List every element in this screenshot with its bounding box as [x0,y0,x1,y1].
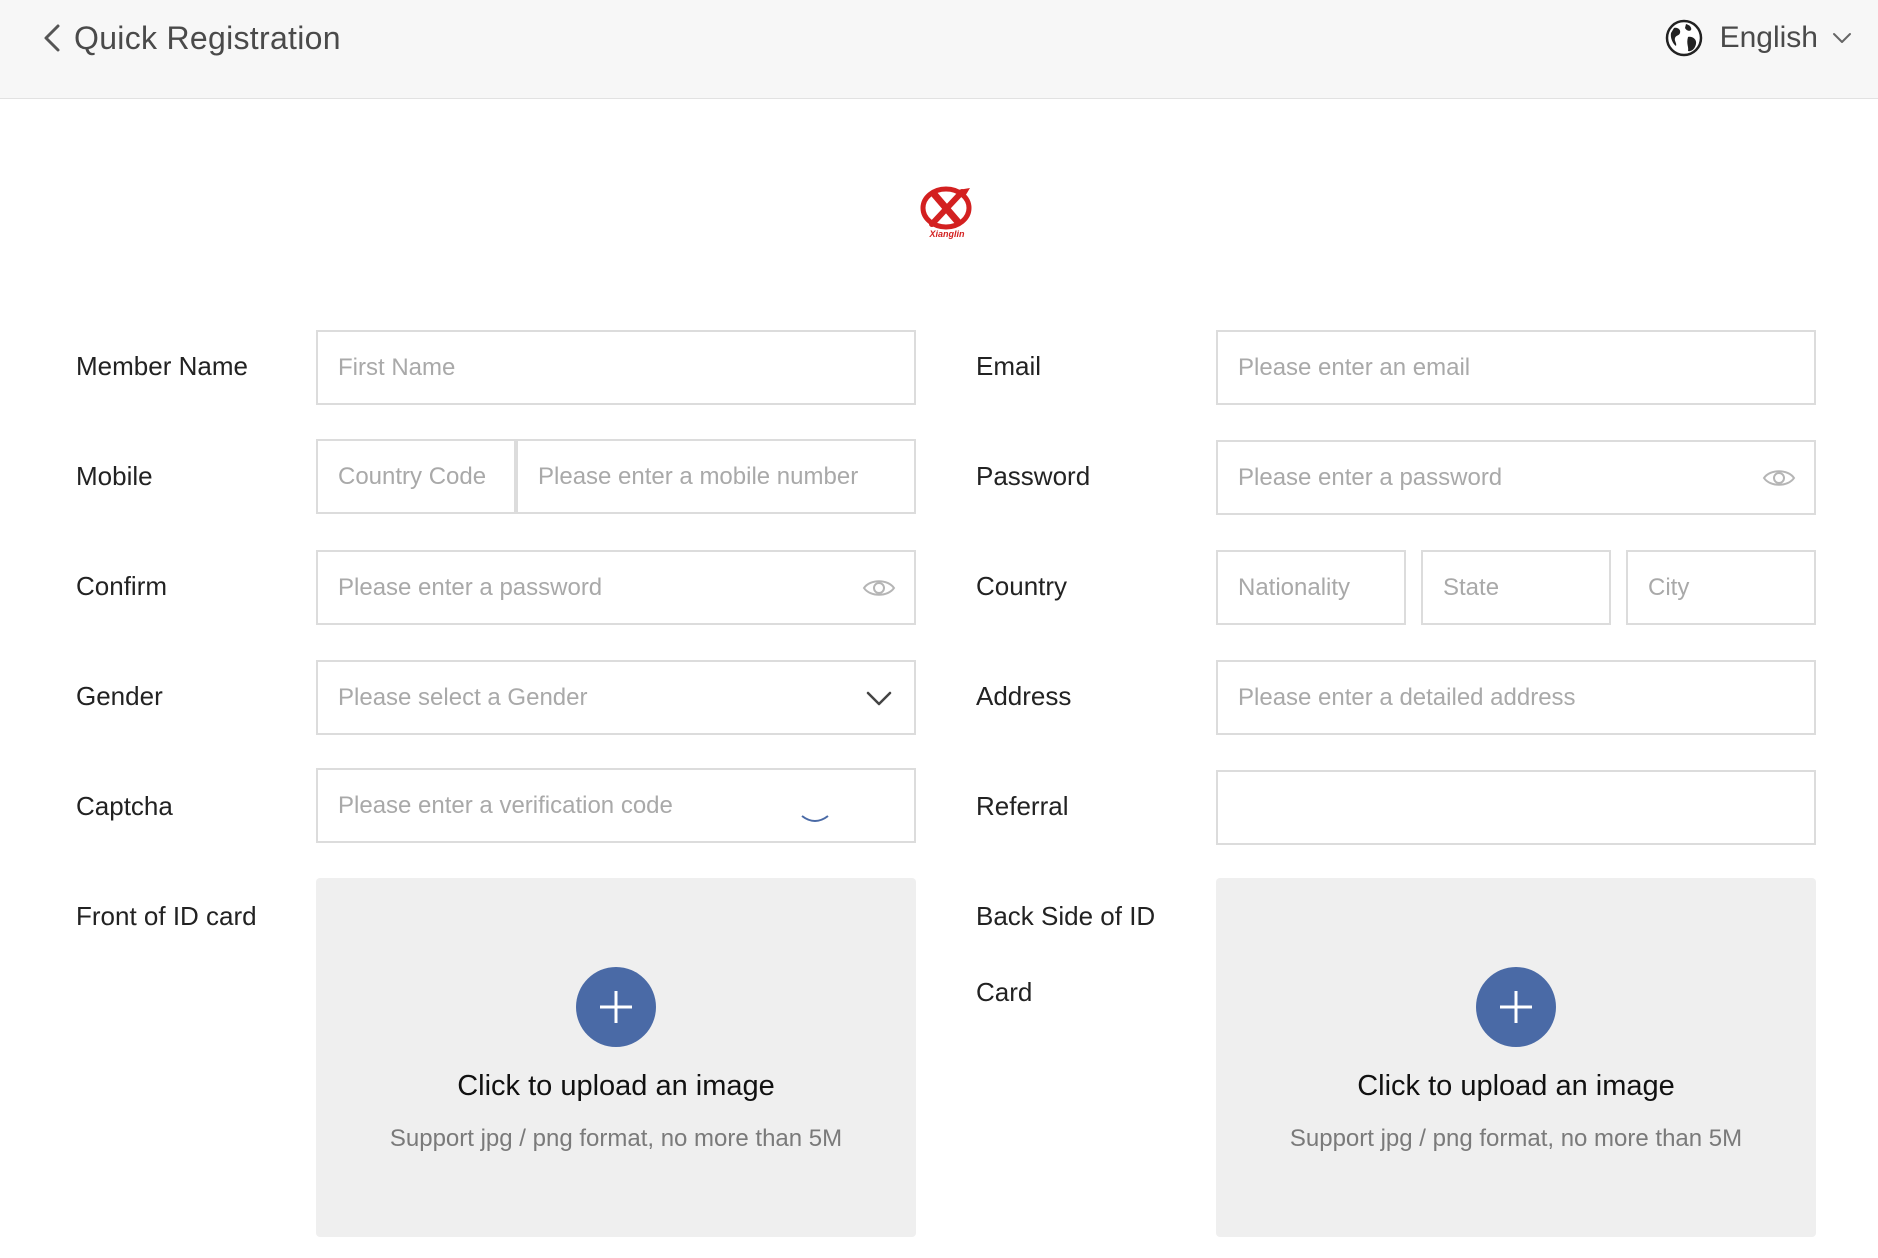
loading-spinner-icon [801,815,829,822]
upload-hint: Support jpg / png format, no more than 5… [389,1125,843,1152]
id-back-label-line2: Card [976,977,1033,1007]
address-input[interactable] [1218,662,1814,733]
back-button[interactable]: Quick Registration [40,18,341,58]
add-image-button[interactable] [576,967,656,1047]
mobile-number-input[interactable] [518,441,914,512]
member-name-label: Member Name [76,351,248,381]
captcha-field [316,768,916,843]
captcha-label: Captcha [76,791,173,821]
gender-label: Gender [76,681,163,711]
id-front-label: Front of ID card [76,901,257,931]
email-field [1216,330,1816,405]
country-code-field [316,439,516,514]
first-name-field [316,330,916,405]
password-label: Password [976,461,1091,491]
gender-select[interactable]: Please select a Gender [316,660,916,735]
chevron-down-icon [1833,33,1851,43]
country-code-input[interactable] [318,441,514,512]
confirm-label: Confirm [76,571,168,601]
add-image-button[interactable] [1476,967,1556,1047]
chevron-down-icon [866,691,892,705]
confirm-password-input[interactable] [318,552,914,623]
id-back-label-line1: Back Side of ID [976,901,1156,931]
logo-text: Xianglin [929,229,965,239]
email-input[interactable] [1218,332,1814,403]
captcha-input[interactable] [318,770,914,841]
city-input[interactable] [1628,552,1814,623]
state-field [1421,550,1611,625]
language-selector[interactable]: English [1664,18,1854,58]
country-label: Country [976,571,1068,601]
nationality-input[interactable] [1218,552,1404,623]
email-label: Email [976,351,1042,381]
city-field [1626,550,1816,625]
eye-icon[interactable] [862,571,896,605]
state-input[interactable] [1423,552,1609,623]
upload-hint: Support jpg / png format, no more than 5… [1289,1125,1743,1152]
referral-label: Referral [976,791,1069,821]
chevron-left-icon [44,24,60,52]
globe-icon [1665,19,1702,57]
plus-icon [600,991,632,1023]
first-name-input[interactable] [318,332,914,403]
upload-title: Click to upload an image [1357,1070,1675,1102]
referral-field [1216,770,1816,845]
address-field [1216,660,1816,735]
password-input[interactable] [1218,442,1814,513]
nationality-field [1216,550,1406,625]
address-label: Address [976,681,1072,711]
mobile-label: Mobile [76,461,153,491]
language-label: English [1719,21,1818,54]
gender-placeholder: Please select a Gender [338,683,588,711]
page-title: Quick Registration [74,19,341,56]
password-field [1216,440,1816,515]
upload-title: Click to upload an image [457,1070,775,1102]
top-bar: Quick Registration English [0,0,1878,99]
id-back-upload[interactable]: Click to upload an image Support jpg / p… [1216,878,1816,1237]
referral-input[interactable] [1218,772,1814,843]
mobile-number-field [516,439,916,514]
plus-icon [1500,991,1532,1023]
eye-icon[interactable] [1762,461,1796,495]
confirm-password-field [316,550,916,625]
id-front-upload[interactable]: Click to upload an image Support jpg / p… [316,878,916,1237]
